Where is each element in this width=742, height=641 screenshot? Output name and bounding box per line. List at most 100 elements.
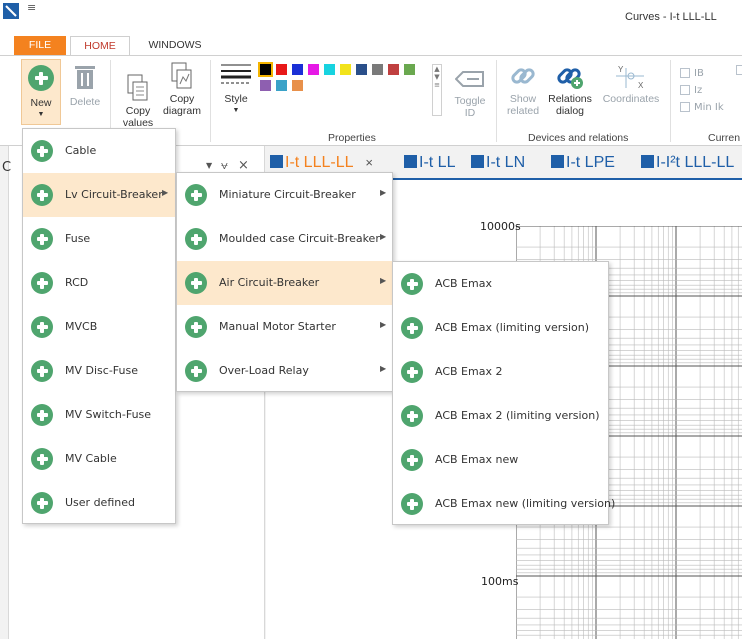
min-ik-checkbox[interactable]: Min Ik xyxy=(680,99,724,116)
menu-item-mv-disc-fuse[interactable]: MV Disc-Fuse xyxy=(23,349,175,393)
add-icon xyxy=(31,140,53,162)
add-icon xyxy=(185,272,207,294)
color-swatch[interactable] xyxy=(324,64,335,75)
extra-checkbox[interactable] xyxy=(736,65,742,75)
add-icon xyxy=(185,360,207,382)
pin-icon[interactable]: ⩝ xyxy=(221,158,228,173)
menu-item-air-circuit-breaker[interactable]: Air Circuit-Breaker ▶ xyxy=(177,261,392,305)
color-swatch[interactable] xyxy=(308,64,319,75)
menu-item-miniature-circuit-breaker[interactable]: Miniature Circuit-Breaker ▶ xyxy=(177,173,392,217)
current-group-label: Curren xyxy=(708,132,741,144)
relations-dialog-label: Relations dialog xyxy=(548,93,592,117)
panel-title: C xyxy=(2,160,12,175)
panel-close-icon[interactable]: × xyxy=(238,158,249,173)
y-axis-label-bottom: 100ms xyxy=(481,575,519,588)
coordinates-label: Coordinates xyxy=(602,93,660,105)
menu-item-acb-emax-2[interactable]: ACB Emax 2 xyxy=(393,350,608,394)
panel-dropdown-icon[interactable]: ▼ xyxy=(206,161,212,170)
tab-i-i2t-lll-ll[interactable]: I-I²t LLL-LL xyxy=(641,154,734,172)
air-circuit-breaker-submenu: ACB Emax ACB Emax (limiting version) ACB… xyxy=(392,261,615,526)
add-icon xyxy=(185,316,207,338)
color-swatch[interactable] xyxy=(292,64,303,75)
coordinates-button[interactable]: YX Coordinates xyxy=(598,64,664,105)
menu-item-acb-emax-limiting[interactable]: ACB Emax (limiting version) xyxy=(393,306,608,350)
crosshair-icon: YX xyxy=(616,65,644,90)
menu-item-acb-emax[interactable]: ACB Emax xyxy=(393,262,608,306)
submenu-arrow-icon: ▶ xyxy=(380,188,387,197)
submenu-arrow-icon: ▶ xyxy=(380,320,387,329)
show-related-label: Show related xyxy=(506,93,540,117)
color-swatch[interactable] xyxy=(404,64,415,75)
color-swatch[interactable] xyxy=(276,64,287,75)
color-swatch[interactable] xyxy=(260,80,271,91)
devices-group-label: Devices and relations xyxy=(528,132,629,144)
add-icon xyxy=(31,272,53,294)
new-button-label: New xyxy=(30,97,52,109)
color-swatch[interactable] xyxy=(258,62,273,77)
menu-item-cable[interactable]: Cable xyxy=(23,129,175,173)
curve-icon xyxy=(270,155,283,168)
curve-icon xyxy=(551,155,564,168)
tab-windows[interactable]: WINDOWS xyxy=(140,36,210,55)
properties-group-label: Properties xyxy=(328,132,376,144)
tab-i-t-ln[interactable]: I-t LN xyxy=(471,154,525,172)
add-icon xyxy=(31,184,53,206)
color-swatch[interactable] xyxy=(340,64,351,75)
submenu-arrow-icon: ▶ xyxy=(380,232,387,241)
iz-checkbox[interactable]: Iz xyxy=(680,82,724,99)
ib-checkbox[interactable]: IB xyxy=(680,65,724,82)
color-palette xyxy=(258,62,432,120)
copy-diagram-label: Copy diagram xyxy=(163,93,201,117)
add-icon xyxy=(401,361,423,383)
menu-item-mvcb[interactable]: MVCB xyxy=(23,305,175,349)
menu-item-acb-emax-new-limiting[interactable]: ACB Emax new (limiting version) xyxy=(393,482,615,526)
menu-item-lv-circuit-breaker[interactable]: Lv Circuit-Breaker ▶ xyxy=(23,173,175,217)
tab-i-t-lll-ll[interactable]: I-t LLL-LL × xyxy=(270,154,373,172)
style-button[interactable]: Style ▼ xyxy=(218,62,254,117)
tab-i-t-lpe[interactable]: I-t LPE xyxy=(551,154,615,172)
new-device-menu: Cable Lv Circuit-Breaker ▶ Fuse RCD MVCB … xyxy=(22,128,176,524)
toggle-id-button[interactable]: Toggle ID xyxy=(448,70,492,119)
delete-button[interactable]: Delete xyxy=(64,64,106,108)
menu-item-mv-cable[interactable]: MV Cable xyxy=(23,437,175,481)
color-swatch[interactable] xyxy=(388,64,399,75)
menu-item-acb-emax-2-limiting[interactable]: ACB Emax 2 (limiting version) xyxy=(393,394,608,438)
submenu-arrow-icon: ▶ xyxy=(162,188,169,197)
svg-text:X: X xyxy=(638,81,644,90)
curve-icon xyxy=(404,155,417,168)
tab-file[interactable]: FILE xyxy=(14,36,66,55)
add-icon xyxy=(31,492,53,514)
color-swatch[interactable] xyxy=(276,80,287,91)
menu-item-moulded-case-circuit-breaker[interactable]: Moulded case Circuit-Breaker ▶ xyxy=(177,217,392,261)
copy-values-icon xyxy=(127,74,148,101)
menu-item-manual-motor-starter[interactable]: Manual Motor Starter ▶ xyxy=(177,305,392,349)
copy-diagram-icon xyxy=(171,62,192,89)
tab-close-icon[interactable]: × xyxy=(365,155,373,170)
tab-i-t-ll[interactable]: I-t LL xyxy=(404,154,455,172)
curve-icon xyxy=(471,155,484,168)
quick-access-menu-icon[interactable]: ≡ xyxy=(27,1,36,14)
menu-item-acb-emax-new[interactable]: ACB Emax new xyxy=(393,438,608,482)
menu-item-fuse[interactable]: Fuse xyxy=(23,217,175,261)
menu-item-over-load-relay[interactable]: Over-Load Relay ▶ xyxy=(177,349,392,393)
relations-dialog-button[interactable]: Relations dialog xyxy=(544,62,596,117)
new-button[interactable]: New ▼ xyxy=(21,59,61,125)
add-icon xyxy=(401,405,423,427)
add-icon xyxy=(31,404,53,426)
add-icon xyxy=(31,448,53,470)
palette-scroll[interactable]: ▲ ▼ ≡ xyxy=(432,64,442,116)
menu-item-mv-switch-fuse[interactable]: MV Switch-Fuse xyxy=(23,393,175,437)
menu-item-user-defined[interactable]: User defined xyxy=(23,481,175,525)
menu-item-rcd[interactable]: RCD xyxy=(23,261,175,305)
color-swatch[interactable] xyxy=(292,80,303,91)
window-title: Curves - I-t LLL-LL xyxy=(625,11,717,23)
color-swatch[interactable] xyxy=(356,64,367,75)
color-swatch[interactable] xyxy=(372,64,383,75)
show-related-button[interactable]: Show related xyxy=(502,62,544,117)
tab-home[interactable]: HOME xyxy=(70,36,130,55)
svg-text:Y: Y xyxy=(618,65,624,74)
y-axis-label-top: 10000s xyxy=(480,220,521,233)
app-logo-icon[interactable] xyxy=(3,3,19,19)
copy-diagram-button[interactable]: Copy diagram xyxy=(160,62,204,117)
ribbon-tabs: FILE HOME WINDOWS xyxy=(0,36,742,55)
